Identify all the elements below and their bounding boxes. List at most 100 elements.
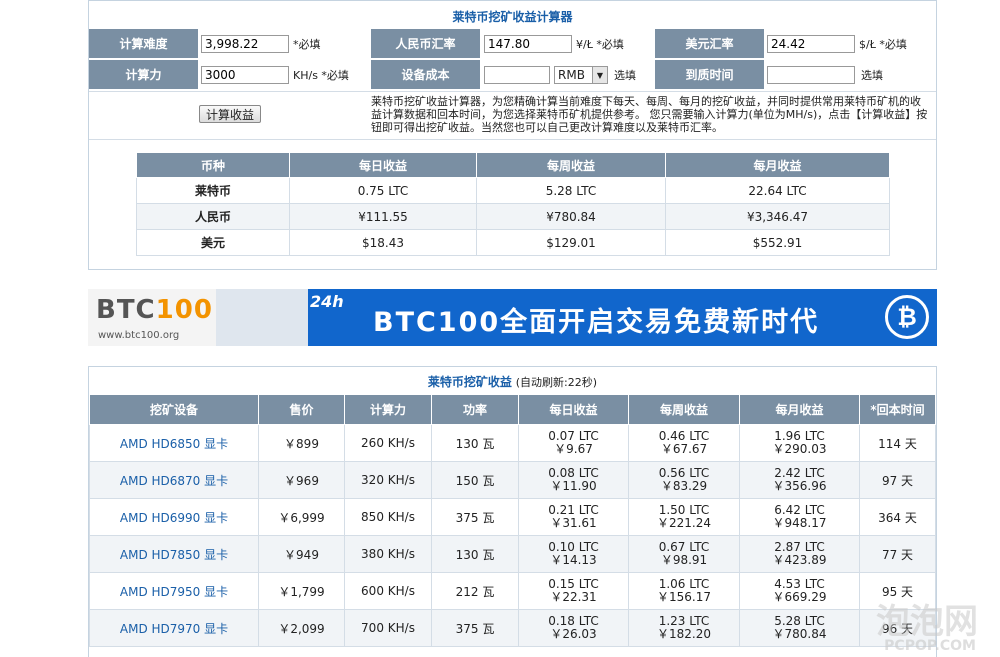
mining-header: 挖矿设备	[89, 394, 259, 425]
power-cell: 375 瓦	[431, 609, 519, 647]
price-cell: ￥6,999	[258, 498, 345, 536]
payback: 97 天	[881, 473, 914, 488]
device-name[interactable]: AMD HD7950 显卡	[120, 585, 228, 599]
summary-table: 币种 每日收益 每周收益 每月收益 莱特币 0.75 LTC 5.28 LTC …	[136, 152, 890, 256]
refresh-note: (自动刷新:22秒)	[515, 376, 598, 389]
usd-rate-input[interactable]	[767, 35, 855, 53]
weekly-cell: 0.46 LTC ￥67.67	[628, 424, 740, 462]
summary-cell: 人民币	[136, 203, 290, 230]
calculator-title: 莱特币挖矿收益计算器	[452, 10, 573, 24]
power: 130 瓦	[455, 436, 495, 451]
logo-text-a: BTC	[96, 295, 156, 325]
monthly-cny: ￥780.84	[772, 627, 827, 641]
mining-panel: 莱特币挖矿收益 (自动刷新:22秒) 挖矿设备 售价 计算力 功率 每日收益 每…	[88, 366, 937, 657]
power-cell: 130 瓦	[431, 424, 519, 462]
device-name[interactable]: AMD HD6990 显卡	[120, 511, 228, 525]
device-link[interactable]: AMD HD7950 显卡	[89, 572, 259, 610]
btc100-logo: BTC100 www.btc100.org	[88, 289, 216, 346]
device-name[interactable]: AMD HD7970 显卡	[120, 622, 228, 636]
device-link[interactable]: AMD HD7970 显卡	[89, 609, 259, 647]
daily-cell: 0.10 LTC ￥14.13	[518, 535, 629, 573]
hashrate: 380 KH/s	[361, 547, 415, 561]
device-link[interactable]: AMD HD6990 显卡	[89, 498, 259, 536]
summary-cell: 0.75 LTC	[289, 177, 477, 204]
summary-cell: ¥111.55	[289, 203, 477, 230]
bitcoin-icon: ₿	[885, 295, 929, 339]
price: ￥6,999	[278, 510, 325, 525]
banner-url: www.btc100.org	[98, 330, 180, 341]
ad-banner[interactable]: BTC100 www.btc100.org 24h BTC100全面开启交易免费…	[88, 289, 937, 346]
cny-rate-suffix: ¥/Ł *必填	[576, 38, 624, 51]
summary-cell: ¥780.84	[476, 203, 666, 230]
weekly-cell: 1.50 LTC ￥221.24	[628, 498, 740, 536]
monthly-cny: ￥669.29	[772, 590, 827, 604]
watermark-cn: 泡泡网	[876, 602, 978, 642]
difficulty-suffix: *必填	[293, 38, 321, 51]
hashrate-cell: 320 KH/s	[344, 461, 432, 499]
weekly-cell: 1.23 LTC ￥182.20	[628, 609, 740, 647]
calculator-description: 莱特币挖矿收益计算器，为您精确计算当前难度下每天、每周、每月的挖矿收益，并同时提…	[371, 95, 928, 134]
price: ￥949	[284, 547, 319, 562]
mining-header: 计算力	[344, 394, 432, 425]
monthly-cny: ￥423.89	[772, 553, 827, 567]
daily-cny: ￥22.31	[550, 590, 597, 604]
payback-cell: 77 天	[859, 535, 936, 573]
cny-rate-input[interactable]	[484, 35, 572, 53]
hashrate-cell: 380 KH/s	[344, 535, 432, 573]
summary-header-monthly: 每月收益	[665, 152, 890, 178]
summary-cell: 22.64 LTC	[665, 177, 890, 204]
weekly-cny: ￥98.91	[660, 553, 708, 567]
device-name[interactable]: AMD HD7850 显卡	[120, 548, 228, 562]
device-link[interactable]: AMD HD6870 显卡	[89, 461, 259, 499]
power-cell: 130 瓦	[431, 535, 519, 573]
daily-cny: ￥14.13	[550, 553, 597, 567]
weekly-cny: ￥221.24	[657, 516, 711, 530]
weekly-cny: ￥83.29	[660, 479, 708, 493]
summary-cell: 5.28 LTC	[476, 177, 666, 204]
hashrate-input[interactable]	[201, 66, 289, 84]
weekly-cell: 0.56 LTC ￥83.29	[628, 461, 740, 499]
calculator-panel: 莱特币挖矿收益计算器 计算难度 *必填 人民币汇率 ¥/Ł *必填 美元汇率 $…	[88, 0, 937, 270]
hashrate: 320 KH/s	[361, 473, 415, 487]
device-link[interactable]: AMD HD6850 显卡	[89, 424, 259, 462]
daily-cny: ￥11.90	[550, 479, 597, 493]
power-cell: 212 瓦	[431, 572, 519, 610]
price-cell: ￥899	[258, 424, 345, 462]
device-link[interactable]: AMD HD7850 显卡	[89, 535, 259, 573]
weekly-cny: ￥156.17	[657, 590, 711, 604]
mining-body: AMD HD6850 显卡 ￥899 260 KH/s 130 瓦 0.07 LTC ￥9…	[89, 424, 936, 647]
device-cost-label: 设备成本	[371, 60, 481, 90]
power: 212 瓦	[455, 584, 495, 599]
daily-cny: ￥26.03	[550, 627, 597, 641]
table-row: AMD HD7850 显卡 ￥949 380 KH/s 130 瓦 0.10 LTC ￥1…	[89, 535, 936, 573]
hashrate-cell: 850 KH/s	[344, 498, 432, 536]
daily-cell: 0.15 LTC ￥22.31	[518, 572, 629, 610]
calculate-button[interactable]: 计算收益	[199, 105, 261, 123]
price: ￥899	[284, 436, 319, 451]
price-cell: ￥949	[258, 535, 345, 573]
difficulty-input[interactable]	[201, 35, 289, 53]
device-name[interactable]: AMD HD6870 显卡	[120, 474, 228, 488]
device-cost-input[interactable]	[484, 66, 550, 84]
cny-rate-cell: ¥/Ł *必填	[484, 29, 654, 59]
summary-header-weekly: 每周收益	[476, 152, 666, 178]
hashrate-cell: KH/s *必填	[201, 60, 371, 90]
summary-cell: 莱特币	[136, 177, 290, 204]
hashrate: 260 KH/s	[361, 436, 415, 450]
monthly-cny: ￥948.17	[772, 516, 827, 530]
mining-header: 功率	[431, 394, 519, 425]
currency-select[interactable]: RMB ▼	[554, 66, 608, 84]
summary-cell: $129.01	[476, 229, 666, 256]
daily-cell: 0.08 LTC ￥11.90	[518, 461, 629, 499]
banner-headline: BTC100全面开启交易免费新时代	[373, 307, 820, 338]
table-row: AMD HD6850 显卡 ￥899 260 KH/s 130 瓦 0.07 LTC ￥9…	[89, 424, 936, 462]
payback: 114 天	[878, 436, 917, 451]
mining-header: *回本时间	[859, 394, 936, 425]
payback-input[interactable]	[767, 66, 855, 84]
device-name[interactable]: AMD HD6850 显卡	[120, 437, 228, 451]
table-row: AMD HD6990 显卡 ￥6,999 850 KH/s 375 瓦 0.21 LTC…	[89, 498, 936, 536]
cny-rate-label: 人民币汇率	[371, 29, 481, 59]
price-cell: ￥2,099	[258, 609, 345, 647]
price: ￥1,799	[278, 584, 325, 599]
payback-cell: 选填	[767, 60, 937, 90]
